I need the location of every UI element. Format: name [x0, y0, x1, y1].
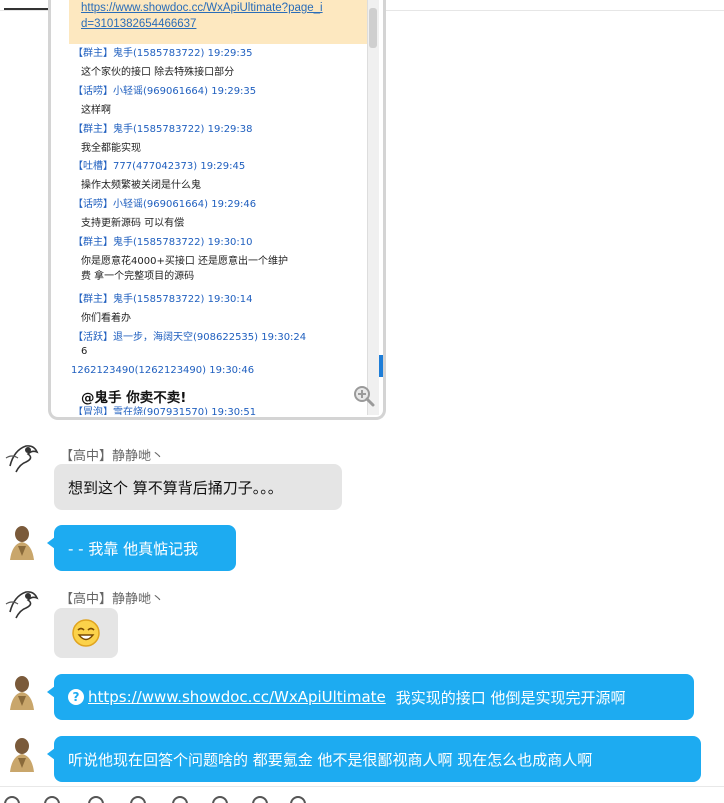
user-avatar-icon[interactable]: [4, 672, 40, 712]
input-divider: [0, 786, 724, 787]
shared-chat-screenshot[interactable]: https://www.showdoc.cc/WxApiUltimate?pag…: [48, 0, 386, 420]
input-toolbar: [0, 796, 724, 803]
screenshot-message-line: 这样啊: [81, 104, 111, 116]
screenshot-sender-line: 【群主】鬼手(1585783722) 19:30:10: [73, 237, 253, 248]
screenshot-scrollbar: [367, 0, 379, 415]
highlighted-url: https://www.showdoc.cc/WxApiUltimate?pag…: [69, 0, 369, 44]
bubble-tail: [47, 537, 55, 549]
sender-name: 【高中】静静哋丶: [60, 449, 165, 464]
sketch-avatar-icon[interactable]: [4, 436, 40, 476]
screenshot-sender-line: 【冒泡】雪在烧(907931570) 19:30:51: [73, 407, 257, 415]
message-bubble-5[interactable]: 听说他现在回答个问题啥的 都要氪金 他不是很鄙视商人啊 现在怎么也成商人啊: [47, 736, 701, 782]
message-bubble-2[interactable]: - - 我靠 他真惦记我: [47, 525, 236, 571]
emoji-tool-icon[interactable]: [4, 796, 20, 803]
help-icon: ?: [68, 689, 84, 705]
screenshot-sender-line: 【群主】鬼手(1585783722) 19:29:38: [73, 123, 253, 135]
font-tool-icon[interactable]: [44, 796, 60, 803]
screenshot-message-line: 操作太频繁被关闭是什么鬼: [81, 180, 201, 192]
screenshot-content: https://www.showdoc.cc/WxApiUltimate?pag…: [69, 0, 369, 415]
user-avatar-icon[interactable]: [4, 522, 40, 562]
grin-emoji-icon: [72, 619, 100, 647]
screenshot-message-line: 我全都能实现: [81, 142, 141, 154]
message-text: 听说他现在回答个问题啥的 都要氪金 他不是很鄙视商人啊 现在怎么也成商人啊: [68, 750, 593, 769]
screenshot-sender-line: 1262123490(1262123490) 19:30:46: [71, 365, 255, 377]
message-bubble-4[interactable]: ? https://www.showdoc.cc/WxApiUltimate 我…: [47, 674, 694, 720]
image-tool-icon[interactable]: [172, 796, 188, 803]
screenshot-message-line: 费 拿一个完整项目的源码: [81, 270, 195, 282]
screenshot-message-line: 支持更新源码 可以有偿: [81, 218, 185, 230]
screenshot-sender-line: 【活跃】退一步，海阔天空(908622535) 19:30:24: [73, 331, 307, 343]
screenshot-sender-line: 【话唠】小轻谣(969061664) 19:29:35: [73, 85, 257, 97]
screenshot-message-line: 这个家伙的接口 除去特殊接口部分: [81, 66, 235, 78]
url-line-1: https://www.showdoc.cc/WxApiUltimate?pag…: [81, 2, 323, 14]
screenshot-message-line: 你们看着办: [81, 312, 131, 324]
message-text: - - 我靠 他真惦记我: [68, 539, 199, 558]
zoom-in-icon[interactable]: [353, 385, 375, 407]
folder-tool-icon[interactable]: [130, 796, 146, 803]
message-text: 我实现的接口 他倒是实现完开源啊: [395, 688, 626, 707]
user-avatar-icon[interactable]: [4, 734, 40, 774]
screenshot-scroll-thumb: [369, 8, 377, 48]
message-bubble-1[interactable]: 想到这个 算不算背后捅刀子。。。: [54, 464, 342, 510]
more-tool-icon[interactable]: [290, 796, 306, 803]
bubble-tail: [47, 686, 55, 698]
message-bubble-3[interactable]: [54, 608, 118, 658]
screenshot-sender-line: 【群主】鬼手(1585783722) 19:29:35: [73, 48, 253, 59]
screenshot-tool-icon[interactable]: [212, 796, 228, 803]
screenshot-sender-line: 【话唠】小轻谣(969061664) 19:29:46: [73, 199, 257, 211]
screenshot-message-line: 6: [81, 346, 88, 358]
scissors-tool-icon[interactable]: [88, 796, 104, 803]
screenshot-sender-line: 【群主】鬼手(1585783722) 19:30:14: [73, 293, 253, 305]
screenshot-edge-marker: [379, 355, 383, 377]
bubble-tail: [47, 748, 55, 760]
sketch-avatar-icon[interactable]: [4, 582, 40, 622]
screenshot-sender-line: 【吐槽】777(477042373) 19:29:45: [73, 161, 246, 173]
history-tool-icon[interactable]: [252, 796, 268, 803]
screenshot-message-line: 你是愿意花4000+买接口 还是愿意出一个维护: [81, 255, 289, 267]
message-text: 想到这个 算不算背后捅刀子。。。: [68, 478, 283, 497]
url-line-2: d=3101382654466637: [81, 18, 197, 30]
sender-name: 【高中】静静哋丶: [60, 592, 165, 607]
showdoc-link[interactable]: https://www.showdoc.cc/WxApiUltimate: [88, 688, 386, 706]
